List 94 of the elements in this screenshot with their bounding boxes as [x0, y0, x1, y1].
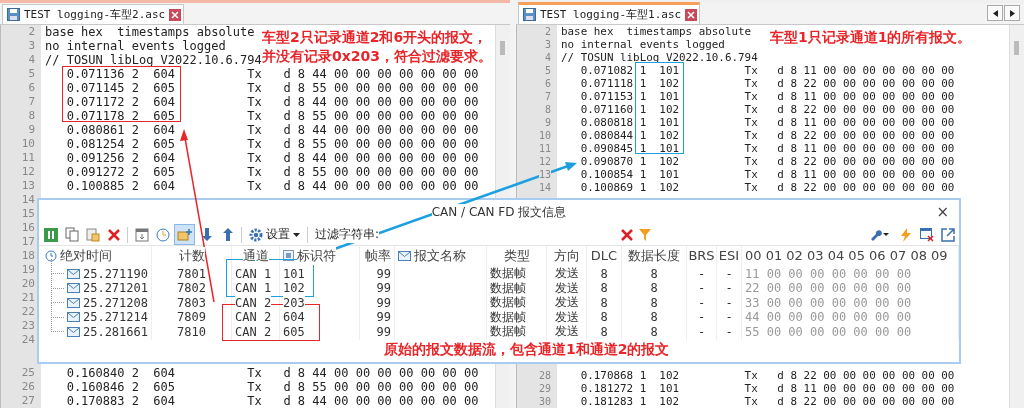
log-line: 0.071145 2 605 Tx d 8 55 00 00 00 00 00 00 00 [65, 81, 479, 95]
log-line: base hex timestamps absolute [561, 25, 752, 38]
log-line: 0.071172 2 604 Tx d 8 44 00 00 00 00 00 00 00 [65, 95, 479, 109]
table-cell: 99 [376, 266, 391, 281]
table-cell: 25.271190 [82, 266, 148, 281]
table-cell: 8 [600, 295, 608, 310]
table-cell: 203 [283, 295, 305, 310]
log-line: 0.080861 2 604 Tx d 8 44 00 00 00 00 00 00 00 [65, 123, 479, 137]
table-cell: 7809 [177, 310, 206, 324]
table-cell: 102 [283, 281, 305, 295]
table-cell: CAN 1 [235, 281, 272, 295]
table-cell: 25.271214 [82, 310, 148, 324]
log-line: 0.100869 1 102 Tx d 8 22 00 00 00 00 00 00 00 [579, 181, 955, 194]
table-cell: 7803 [177, 295, 206, 310]
annotation-text: 原始的报文数据流，包含通道1和通道2的报文 [384, 340, 670, 359]
log-line: 0.071153 1 101 Tx d 8 11 00 00 00 00 00 00 00 [579, 90, 955, 103]
line-number: 12 [538, 155, 551, 168]
log-line: 0.170868 1 102 Tx d 8 22 00 00 00 00 00 00 00 [579, 369, 955, 382]
line-number: 13 [538, 168, 551, 181]
table-cell: CAN 2 [235, 295, 272, 310]
log-line: 0.071160 1 102 Tx d 8 22 00 00 00 00 00 00 00 [579, 103, 955, 116]
log-line: // TOSUN libLog V2022.10.6.794 [45, 53, 262, 67]
line-number: 29 [538, 382, 551, 395]
table-cell: 8 [650, 295, 658, 310]
table-cell: 8 [600, 266, 608, 281]
log-line: 0.181272 1 101 Tx d 8 11 00 00 00 00 00 00 00 [579, 382, 955, 395]
table-cell: 99 [376, 281, 391, 295]
log-line: 0.071136 2 604 Tx d 8 44 00 00 00 00 00 00 00 [65, 67, 479, 81]
table-cell: 8 [650, 266, 658, 281]
table-cell: 604 [283, 310, 305, 324]
table-cell: 44 00 00 00 00 00 00 00 [745, 310, 912, 324]
line-number: 7 [544, 90, 551, 103]
log-line: 0.160840 2 604 Tx d 8 44 00 00 00 00 00 00 00 [65, 366, 479, 380]
log-line: 0.071118 1 102 Tx d 8 22 00 00 00 00 00 00 00 [579, 77, 955, 90]
tab-title: TEST logging-车型2.asc [24, 7, 166, 22]
line-number: 2 [544, 25, 551, 38]
log-line: 0.181283 1 102 Tx d 8 22 00 00 00 00 00 00 00 [579, 395, 955, 408]
line-number: 9 [544, 116, 551, 129]
table-cell: CAN 1 [235, 266, 272, 281]
table-cell: 8 [650, 324, 658, 339]
log-line: 0.160846 2 605 Tx d 8 55 00 00 00 00 00 00 00 [65, 380, 479, 394]
line-number: 10 [538, 129, 551, 142]
log-line: 0.090845 1 101 Tx d 8 11 00 00 00 00 00 00 00 [579, 142, 955, 155]
log-line: 0.091256 2 604 Tx d 8 44 00 00 00 00 00 00 00 [65, 151, 479, 165]
line-number: 4 [544, 51, 551, 64]
log-line: 0.170883 2 604 Tx d 8 44 00 00 00 00 00 00 00 [65, 394, 479, 408]
line-number: 6 [544, 77, 551, 90]
tab-title: TEST logging-车型1.asc [540, 7, 682, 22]
table-cell: 99 [376, 295, 391, 310]
table-cell: 101 [283, 266, 305, 281]
table-cell: 7802 [177, 281, 206, 295]
log-line: 0.080818 1 101 Tx d 8 11 00 00 00 00 00 00 00 [579, 116, 955, 129]
line-number: 8 [544, 103, 551, 116]
table-cell: 55 00 00 00 00 00 00 00 [745, 324, 912, 339]
table-cell: 25.281661 [82, 324, 148, 339]
table-cell: 22 00 00 00 00 00 00 00 [745, 281, 912, 295]
log-line: base hex timestamps absolute [45, 25, 255, 39]
log-line: 0.071178 2 605 Tx d 8 55 00 00 00 00 00 00 00 [65, 109, 479, 123]
table-cell: 8 [600, 324, 608, 339]
table-cell: 25.271208 [82, 295, 148, 310]
table-cell: 99 [376, 324, 391, 339]
log-line: 0.100854 1 101 Tx d 8 11 00 00 00 00 00 00 00 [579, 168, 955, 181]
log-line: 0.081254 2 605 Tx d 8 55 00 00 00 00 00 00 00 [65, 137, 479, 151]
table-cell: CAN 2 [235, 324, 272, 339]
table-cell: 33 00 00 00 00 00 00 00 [745, 295, 912, 310]
log-line: // TOSUN libLog V2022.10.6.794 [561, 51, 758, 64]
table-cell: 8 [650, 281, 658, 295]
log-line: 0.071082 1 101 Tx d 8 11 00 00 00 00 00 00 00 [579, 64, 955, 77]
table-cell: 8 [600, 281, 608, 295]
filter-label: 过滤字符串: [312, 226, 380, 243]
table-cell: 11 00 00 00 00 00 00 00 [745, 266, 912, 281]
table-cell: 99 [376, 310, 391, 324]
table-cell: 8 [650, 310, 658, 324]
line-number: 14 [538, 181, 551, 194]
line-number: 11 [538, 142, 551, 155]
line-number: 5 [544, 64, 551, 77]
table-cell: 7810 [177, 324, 206, 339]
line-number: 28 [538, 369, 551, 382]
log-line: 0.080844 1 102 Tx d 8 22 00 00 00 00 00 00 00 [579, 129, 955, 142]
line-number: 30 [538, 395, 551, 408]
table-cell: 8 [600, 310, 608, 324]
dialog-title: CAN / CAN FD 报文信息 [431, 203, 567, 221]
table-cell: 25.271201 [82, 281, 148, 295]
table-cell: 605 [283, 324, 305, 339]
table-cell: 7801 [177, 266, 206, 281]
log-line: no internal events logged [45, 39, 226, 53]
log-line: 0.091272 2 605 Tx d 8 55 00 00 00 00 00 00 00 [65, 165, 479, 179]
line-number: 3 [544, 38, 551, 51]
table-cell: 发送 [554, 323, 579, 340]
log-line: 0.090870 1 102 Tx d 8 22 00 00 00 00 00 00 00 [579, 155, 955, 168]
log-line: 0.100885 2 604 Tx d 8 44 00 00 00 00 00 00 00 [65, 179, 479, 193]
table-cell: 数据帧 [490, 323, 526, 340]
table-cell: CAN 2 [235, 310, 272, 324]
log-line: no internal events logged [561, 38, 725, 51]
